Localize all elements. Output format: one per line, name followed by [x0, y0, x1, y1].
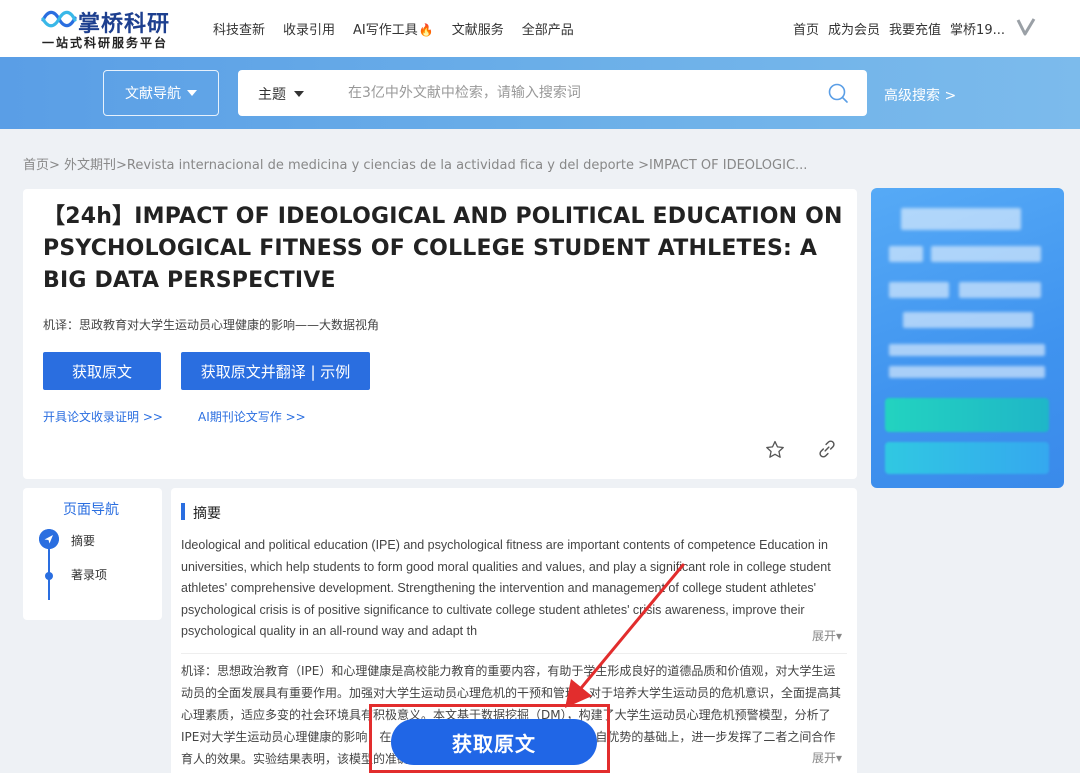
side-advertisement[interactable] [871, 188, 1064, 488]
caret-down-icon [187, 90, 197, 96]
abstract-heading: 摘要 [193, 506, 221, 522]
page-nav: 页面导航 摘要 著录项 [23, 488, 162, 620]
star-icon[interactable] [764, 439, 786, 461]
search-field-select[interactable]: 主题 [258, 84, 304, 104]
user-nav-account[interactable]: 掌桥19... [950, 19, 1005, 38]
user-nav-member[interactable]: 成为会员 [828, 19, 880, 38]
user-nav: 首页 成为会员 我要充值 掌桥19... [784, 19, 1005, 38]
expand-abstract-button[interactable]: 展开▾ [808, 627, 843, 644]
nav-item-doc-service[interactable]: 文献服务 [452, 19, 504, 38]
ai-writing-link[interactable]: AI期刊论文写作 >> [198, 408, 306, 425]
machine-translated-title: 机译：思政教育对大学生运动员心理健康的影响——大数据视角 [43, 318, 380, 332]
search-input[interactable] [348, 80, 808, 106]
main-nav: 科技查新 收录引用 AI写作工具🔥 文献服务 全部产品 [213, 19, 592, 38]
ad-primary-button[interactable] [885, 398, 1049, 432]
advanced-search-link[interactable]: 高级搜索 > [884, 85, 956, 105]
page-nav-item-bibliographic[interactable]: 著录项 [71, 566, 107, 583]
search-field-label: 主题 [258, 87, 286, 103]
ad-blurred-text [959, 282, 1041, 298]
expand-translation-button[interactable]: 展开▾ [808, 749, 843, 766]
doc-nav-dropdown[interactable]: 文献导航 [103, 70, 219, 116]
paper-card: 【24h】IMPACT OF IDEOLOGICAL AND POLITICAL… [23, 189, 857, 479]
nav-item-all-products[interactable]: 全部产品 [522, 19, 574, 38]
caret-down-icon [294, 91, 304, 97]
page-nav-item-abstract[interactable]: 摘要 [71, 532, 95, 549]
logo-mark-icon [41, 10, 77, 28]
nav-arrow-icon [39, 529, 59, 549]
ad-blurred-text [931, 246, 1041, 262]
get-fulltext-translate-button[interactable]: 获取原文并翻译 | 示例 [181, 352, 370, 390]
nav-item-citation[interactable]: 收录引用 [283, 19, 335, 38]
page-nav-dot [45, 572, 53, 580]
brand-slogan: 一站式科研服务平台 [42, 36, 169, 50]
get-fulltext-button[interactable]: 获取原文 [43, 352, 161, 390]
ad-blurred-text [889, 366, 1045, 378]
search-box: 主题 [238, 70, 867, 116]
nav-item-ai-writing-label: AI写作工具 [353, 23, 418, 38]
section-marker [181, 503, 185, 520]
nav-item-novelty-search[interactable]: 科技查新 [213, 19, 265, 38]
annotation-arrow-icon [565, 563, 685, 708]
ad-blurred-text [889, 344, 1045, 356]
search-band: 文献导航 主题 高级搜索 > [0, 57, 1080, 129]
ad-blurred-text [901, 208, 1021, 230]
ad-blurred-text [889, 282, 949, 298]
abstract-english: Ideological and political education (IPE… [181, 538, 831, 639]
search-icon[interactable] [827, 82, 849, 104]
user-nav-home[interactable]: 首页 [793, 19, 819, 38]
ad-blurred-text [903, 312, 1033, 328]
ad-blurred-text [889, 246, 923, 262]
ad-secondary-button[interactable] [885, 442, 1049, 474]
brand-logo[interactable]: 掌桥科研 一站式科研服务平台 [40, 6, 180, 52]
fire-icon: 🔥 [418, 23, 434, 37]
user-nav-recharge[interactable]: 我要充值 [889, 19, 941, 38]
share-link-icon[interactable] [816, 438, 838, 460]
divider [181, 653, 847, 654]
doc-nav-label: 文献导航 [125, 86, 181, 102]
paper-title: 【24h】IMPACT OF IDEOLOGICAL AND POLITICAL… [43, 204, 843, 293]
page-nav-title: 页面导航 [63, 502, 119, 518]
vip-badge-icon[interactable] [1016, 17, 1036, 37]
breadcrumb[interactable]: 首页> 外文期刊>Revista internacional de medici… [23, 154, 863, 173]
top-header: 掌桥科研 一站式科研服务平台 科技查新 收录引用 AI写作工具🔥 文献服务 全部… [0, 0, 1080, 57]
floating-get-fulltext-button[interactable]: 获取原文 [391, 719, 597, 765]
nav-item-ai-writing[interactable]: AI写作工具🔥 [353, 19, 434, 38]
certificate-link[interactable]: 开具论文收录证明 >> [43, 408, 163, 425]
